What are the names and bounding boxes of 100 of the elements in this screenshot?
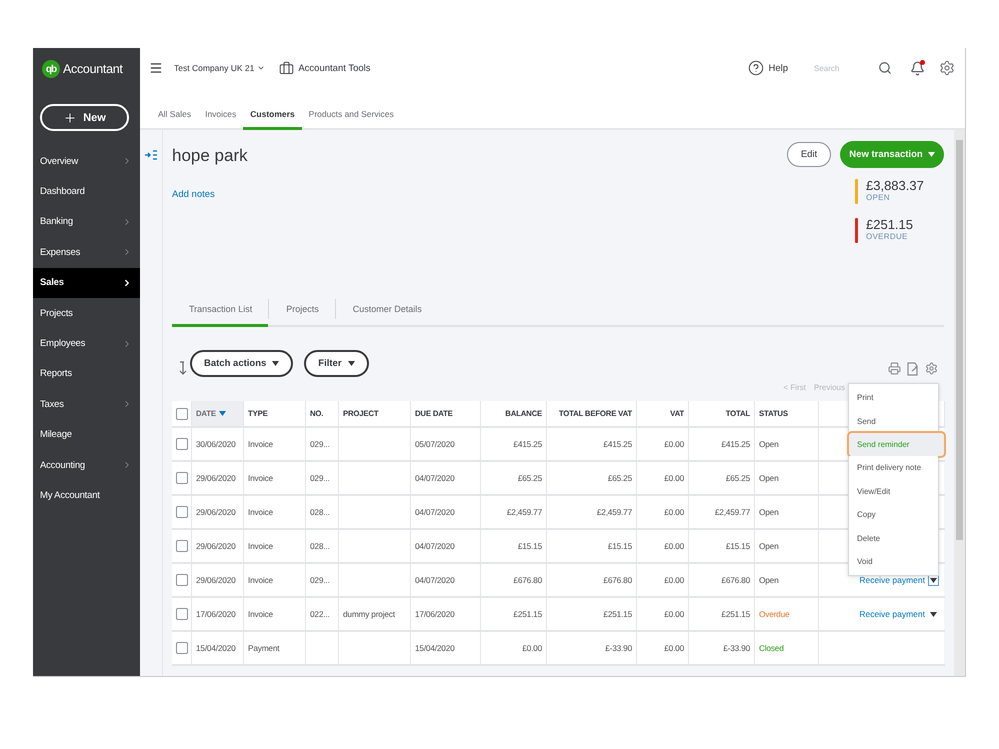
- caret-icon: [928, 152, 935, 157]
- menu-item[interactable]: View/Edit: [849, 480, 938, 503]
- tab[interactable]: Invoices: [198, 100, 244, 130]
- caret-icon: [930, 612, 937, 616]
- sidebar-item[interactable]: Projects: [33, 298, 140, 328]
- table-cell: £65.25: [547, 462, 637, 496]
- collapse-panel-icon[interactable]: [145, 150, 157, 160]
- table-cell: £0.00: [637, 564, 689, 598]
- table-cell: £251.15: [481, 598, 547, 632]
- checkbox[interactable]: [176, 642, 188, 654]
- table-cell: £-33.90: [689, 632, 755, 666]
- table-cell: 029...: [306, 428, 339, 462]
- table-cell: [339, 462, 411, 496]
- table-cell: [339, 564, 411, 598]
- table-cell: 04/07/2020: [411, 496, 481, 530]
- bell-icon[interactable]: [910, 60, 925, 76]
- table-cell: Payment: [244, 632, 306, 666]
- checkbox[interactable]: [176, 574, 188, 586]
- print-icon[interactable]: [888, 362, 901, 375]
- table-cell: £676.80: [547, 564, 637, 598]
- table-cell: Invoice: [244, 564, 306, 598]
- menu-item[interactable]: Void: [849, 550, 938, 574]
- sidebar-item[interactable]: Expenses: [33, 237, 140, 268]
- sidebar-item[interactable]: Reports: [33, 358, 140, 390]
- table-cell: 028...: [306, 496, 339, 530]
- settings-icon[interactable]: [925, 362, 938, 375]
- chevron-icon: [257, 64, 266, 72]
- sidebar-item[interactable]: Accounting: [33, 450, 140, 480]
- table-cell: £0.00: [637, 462, 689, 496]
- help-icon: [748, 60, 764, 76]
- table-cell: Invoice: [244, 598, 306, 632]
- caret-icon: [272, 360, 280, 366]
- new-button[interactable]: New: [40, 104, 129, 131]
- sidebar-item[interactable]: Overview: [33, 146, 140, 176]
- table-cell: [339, 428, 411, 462]
- sidebar-item[interactable]: Dashboard: [33, 176, 140, 207]
- plus-icon: [63, 110, 78, 124]
- menu-icon[interactable]: [149, 61, 163, 75]
- accountant-tools-button[interactable]: Accountant Tools: [279, 60, 371, 76]
- sort-arrow-icon[interactable]: [178, 361, 188, 375]
- customer-name: hope park: [172, 146, 248, 166]
- menu-item[interactable]: Send: [849, 409, 938, 433]
- help-button[interactable]: Help: [748, 60, 788, 76]
- table-cell: £676.80: [481, 564, 547, 598]
- menu-item[interactable]: Print: [849, 386, 938, 410]
- checkbox[interactable]: [176, 438, 188, 450]
- sidebar-item[interactable]: Banking: [33, 206, 140, 238]
- table-cell: £0.00: [637, 632, 689, 666]
- table-cell: 029...: [306, 564, 339, 598]
- table-cell: Closed: [755, 632, 819, 666]
- settings-icon[interactable]: [939, 60, 955, 76]
- sidebar-item[interactable]: Employees: [33, 328, 140, 359]
- receive-payment-link[interactable]: Receive payment: [859, 575, 925, 585]
- table-cell: [339, 496, 411, 530]
- table-cell: 15/04/2020: [411, 632, 481, 666]
- tab[interactable]: Customer Details: [336, 294, 438, 327]
- table-cell: £0.00: [637, 496, 689, 530]
- table-cell: £15.15: [547, 530, 637, 564]
- table-cell: Invoice: [244, 496, 306, 530]
- add-notes-link[interactable]: Add notes: [172, 189, 248, 200]
- checkbox[interactable]: [176, 540, 188, 552]
- tab[interactable]: Products and Services: [302, 100, 401, 130]
- edit-button[interactable]: Edit: [787, 142, 831, 167]
- balance-label: OPEN: [866, 193, 891, 203]
- menu-item[interactable]: Print delivery note: [849, 456, 938, 480]
- balance-amount: £3,883.37: [866, 179, 924, 193]
- company-selector[interactable]: Test Company UK 21: [174, 63, 266, 73]
- table-cell: Open: [755, 462, 819, 496]
- table-cell: 04/07/2020: [411, 530, 481, 564]
- table-cell: 029...: [306, 462, 339, 496]
- table-cell: 29/06/2020: [192, 496, 244, 530]
- sidebar-item[interactable]: Sales: [33, 268, 140, 298]
- checkbox[interactable]: [176, 472, 188, 484]
- search-icon[interactable]: [878, 61, 892, 75]
- sort-caret-icon: [218, 411, 226, 416]
- table-cell: £251.15: [547, 598, 637, 632]
- export-icon[interactable]: [907, 362, 919, 376]
- checkbox[interactable]: [176, 608, 188, 620]
- table-cell: 17/06/2020: [192, 598, 244, 632]
- sidebar-item[interactable]: Mileage: [33, 420, 140, 450]
- table-cell: £-33.90: [547, 632, 637, 666]
- search-field[interactable]: Search: [812, 62, 868, 74]
- receive-payment-link[interactable]: Receive payment: [859, 609, 925, 619]
- caret-icon: [348, 360, 355, 366]
- menu-item[interactable]: Delete: [849, 526, 938, 550]
- table-cell: [339, 632, 411, 666]
- table-cell: 29/06/2020: [192, 462, 244, 496]
- tab[interactable]: Projects: [269, 294, 335, 327]
- checkbox[interactable]: [176, 408, 188, 420]
- tab[interactable]: All Sales: [151, 100, 198, 130]
- scrollbar[interactable]: [954, 130, 965, 676]
- table-cell: £0.00: [637, 598, 689, 632]
- batch-actions-button[interactable]: Batch actions: [190, 350, 294, 376]
- sidebar-item[interactable]: My Accountant: [33, 480, 140, 511]
- filter-button[interactable]: Filter: [304, 350, 369, 376]
- checkbox[interactable]: [176, 506, 188, 518]
- tab[interactable]: Transaction List: [172, 294, 268, 327]
- menu-item[interactable]: Copy: [849, 502, 938, 526]
- table-cell: Open: [755, 428, 819, 462]
- sidebar-item[interactable]: Taxes: [33, 389, 140, 420]
